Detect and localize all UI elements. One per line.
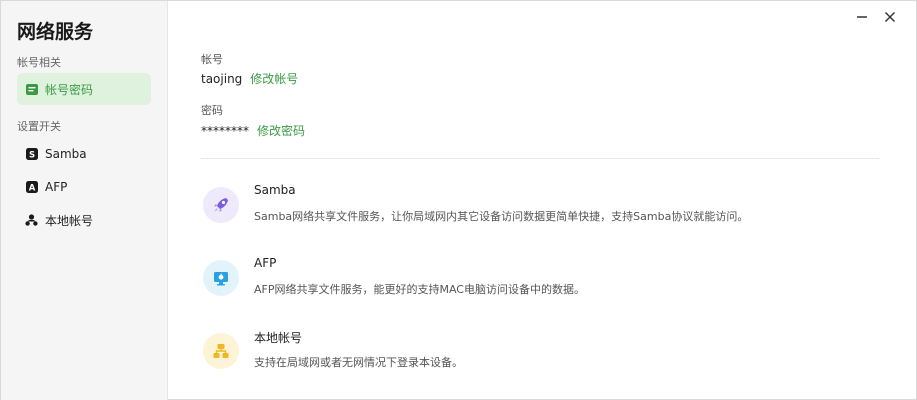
sidebar-item-afp[interactable]: A AFP	[17, 171, 151, 203]
sidebar-item-label: 本地帐号	[45, 213, 94, 228]
service-name: AFP	[254, 256, 277, 270]
service-name: 本地帐号	[254, 331, 303, 345]
service-item-samba[interactable]: Samba Samba网络共享文件服务，让你局域网内其它设备访问数据更简单快捷，…	[203, 183, 843, 227]
service-name: Samba	[254, 183, 296, 197]
change-username-link[interactable]: 修改帐号	[250, 72, 298, 86]
change-password-link[interactable]: 修改密码	[257, 124, 305, 138]
afp-icon: A	[25, 181, 38, 194]
close-button[interactable]	[878, 7, 902, 27]
network-icon	[203, 333, 239, 369]
service-item-local-account[interactable]: 本地帐号 支持在局域网或者无网情况下登录本设备。	[203, 331, 843, 373]
sidebar-item-samba[interactable]: S Samba	[17, 138, 151, 170]
close-icon	[884, 8, 896, 27]
card-icon	[25, 83, 38, 96]
rocket-icon	[203, 187, 239, 223]
divider	[201, 158, 879, 159]
sidebar: 网络服务 帐号相关 帐号密码 设置开关 S Samba A AFP 本地帐号	[1, 1, 168, 400]
sidebar-item-local-account[interactable]: 本地帐号	[17, 204, 151, 236]
samba-icon: S	[25, 148, 38, 161]
sidebar-item-label: AFP	[45, 180, 68, 194]
password-label: 密码	[201, 104, 223, 117]
service-desc: 支持在局域网或者无网情况下登录本设备。	[254, 356, 463, 369]
password-value: ********	[201, 124, 249, 138]
sidebar-item-account-password[interactable]: 帐号密码	[17, 73, 151, 105]
minimize-icon	[856, 8, 868, 27]
main-panel: 帐号 taojing 修改帐号 密码 ******** 修改密码 Samba Sam…	[169, 1, 916, 400]
username-label: 帐号	[201, 53, 223, 66]
sidebar-item-label: 帐号密码	[45, 82, 94, 97]
user-group-icon	[25, 214, 38, 227]
section-label-account: 帐号相关	[17, 56, 61, 69]
username-row: taojing 修改帐号	[201, 70, 298, 87]
svg-text:A: A	[28, 183, 35, 193]
app-title: 网络服务	[17, 21, 94, 43]
svg-text:S: S	[28, 150, 34, 160]
section-label-settings: 设置开关	[17, 120, 61, 133]
sidebar-item-label: Samba	[45, 147, 87, 161]
minimize-button[interactable]	[850, 7, 874, 27]
username-value: taojing	[201, 72, 243, 86]
service-desc: AFP网络共享文件服务，能更好的支持MAC电脑访问设备中的数据。	[254, 283, 585, 296]
password-row: ******** 修改密码	[201, 122, 305, 139]
service-item-afp[interactable]: AFP AFP网络共享文件服务，能更好的支持MAC电脑访问设备中的数据。	[203, 256, 843, 300]
monitor-icon	[203, 260, 239, 296]
service-desc: Samba网络共享文件服务，让你局域网内其它设备访问数据更简单快捷，支持Samb…	[254, 210, 749, 223]
app-window: 网络服务 帐号相关 帐号密码 设置开关 S Samba A AFP 本地帐号 帐…	[0, 0, 917, 400]
